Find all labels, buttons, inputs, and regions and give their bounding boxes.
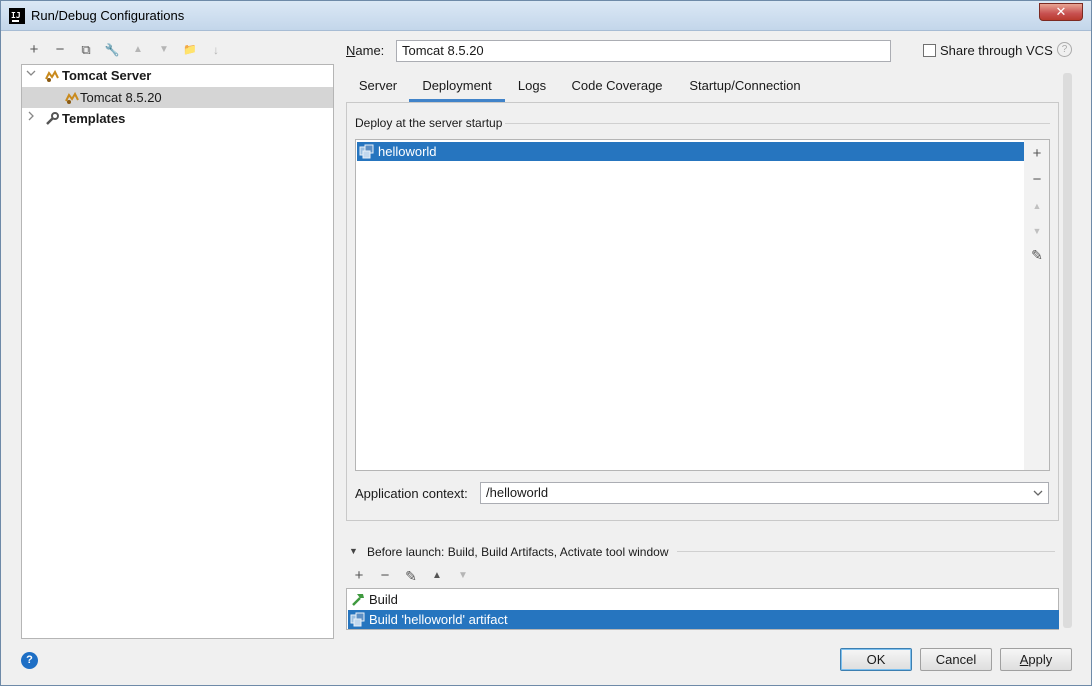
tree-item-label: Templates — [62, 111, 126, 126]
remove-icon[interactable]: − — [374, 565, 396, 587]
move-up-icon[interactable]: ▲ — [426, 565, 448, 587]
list-item[interactable]: Build — [348, 590, 1059, 609]
chevron-right-icon[interactable] — [25, 108, 37, 129]
tab-startup-connection[interactable]: Startup/Connection — [675, 73, 815, 102]
tree-item-tomcat-server[interactable]: Tomcat Server — [22, 65, 333, 86]
pencil-icon[interactable]: ✎ — [400, 565, 422, 587]
hammer-icon — [350, 592, 366, 612]
divider — [677, 551, 1055, 552]
pencil-icon[interactable]: ✎ — [1024, 247, 1050, 264]
artifact-icon — [359, 144, 375, 164]
window-title: Run/Debug Configurations — [31, 8, 185, 23]
title-bar: IJ Run/Debug Configurations ✕ — [1, 1, 1091, 31]
tree-item-tomcat-8520[interactable]: Tomcat 8.5.20 — [22, 87, 333, 108]
list-item[interactable]: Build 'helloworld' artifact — [348, 610, 1059, 629]
help-icon[interactable]: ? — [1057, 42, 1072, 57]
move-up-icon[interactable]: ▲ — [128, 39, 148, 61]
app-context-combo[interactable]: /helloworld — [480, 482, 1049, 504]
tomcat-icon — [64, 90, 80, 106]
ok-button[interactable]: OK — [840, 648, 912, 671]
list-item-label: Build — [369, 592, 398, 607]
add-icon[interactable]: + — [1024, 145, 1050, 162]
add-icon[interactable]: + — [24, 39, 44, 61]
move-down-icon[interactable]: ▼ — [154, 39, 174, 61]
before-launch-label[interactable]: Before launch: Build, Build Artifacts, A… — [367, 545, 669, 559]
tree-item-label: Tomcat Server — [62, 68, 152, 83]
name-input[interactable]: Tomcat 8.5.20 — [396, 40, 891, 62]
cancel-button[interactable]: Cancel — [920, 648, 992, 671]
list-item[interactable]: helloworld — [357, 142, 1024, 161]
deploy-group-title: Deploy at the server startup — [355, 116, 503, 130]
app-context-label: Application context: — [355, 486, 468, 501]
remove-icon[interactable]: − — [50, 39, 70, 61]
remove-icon[interactable]: − — [1024, 171, 1050, 188]
folder-icon[interactable]: 📁 — [180, 39, 200, 61]
chevron-down-icon[interactable] — [25, 65, 37, 86]
divider — [505, 123, 1050, 124]
run-debug-dialog: IJ Run/Debug Configurations ✕ + − ⧉ 🔧 ▲ … — [0, 0, 1092, 686]
share-vcs-label[interactable]: Share through VCS — [940, 43, 1053, 58]
copy-icon[interactable]: ⧉ — [76, 39, 96, 61]
list-item-label: helloworld — [378, 144, 437, 159]
artifact-list-toolbar: + − ▲ ▼ ✎ — [1024, 139, 1050, 471]
artifact-list[interactable]: helloworld — [355, 139, 1025, 471]
tree-item-templates[interactable]: Templates — [22, 108, 333, 129]
scrollbar[interactable] — [1063, 73, 1072, 628]
tomcat-icon — [44, 68, 60, 84]
before-launch-list[interactable]: Build Build 'helloworld' artifact — [346, 588, 1059, 630]
share-vcs-checkbox[interactable] — [923, 44, 936, 57]
chevron-down-icon[interactable] — [1033, 485, 1043, 506]
tab-server[interactable]: Server — [347, 73, 409, 102]
collapse-triangle-icon[interactable]: ▼ — [349, 546, 358, 556]
tab-logs[interactable]: Logs — [505, 73, 559, 102]
help-icon[interactable]: ? — [21, 652, 38, 669]
tab-deployment[interactable]: Deployment — [409, 73, 505, 102]
close-button[interactable]: ✕ — [1039, 3, 1083, 21]
move-down-icon[interactable]: ▼ — [1024, 226, 1050, 236]
wrench-icon[interactable]: 🔧 — [102, 39, 122, 61]
app-context-value: /helloworld — [486, 485, 549, 500]
add-icon[interactable]: + — [348, 565, 370, 587]
artifact-icon — [350, 612, 366, 632]
move-down-icon[interactable]: ▼ — [452, 565, 474, 587]
apply-button[interactable]: Apply — [1000, 648, 1072, 671]
tab-code-coverage[interactable]: Code Coverage — [559, 73, 675, 102]
config-tree[interactable]: Tomcat Server Tomcat 8.5.20 Templates — [21, 64, 334, 639]
list-item-label: Build 'helloworld' artifact — [369, 612, 508, 627]
tree-item-label: Tomcat 8.5.20 — [80, 90, 162, 105]
move-up-icon[interactable]: ▲ — [1024, 201, 1050, 211]
wrench-icon — [44, 111, 60, 127]
intellij-icon: IJ — [9, 8, 25, 24]
name-label: Name: — [346, 43, 385, 58]
sort-icon[interactable]: ↓ — [206, 39, 226, 61]
